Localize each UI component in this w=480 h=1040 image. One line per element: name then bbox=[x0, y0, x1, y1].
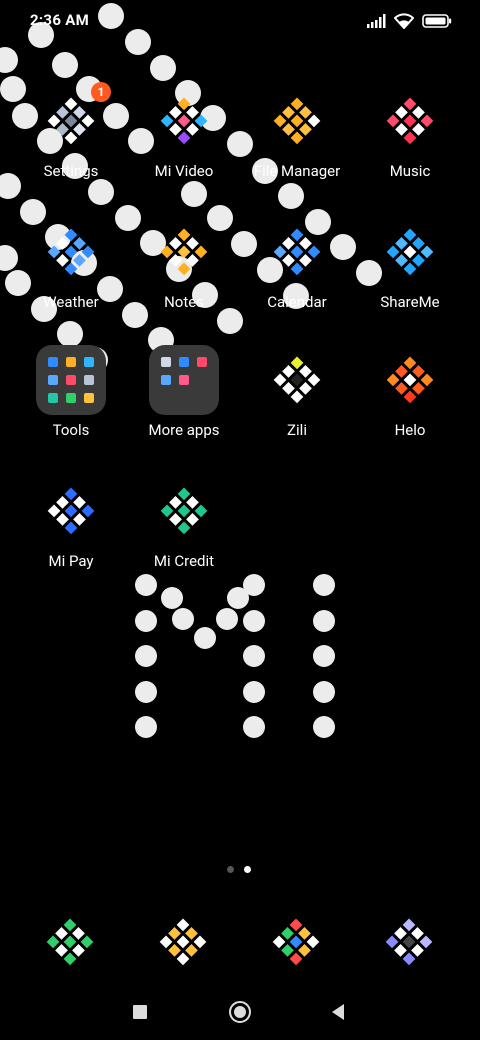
app-label: Calendar bbox=[267, 293, 327, 311]
page-dot-2[interactable] bbox=[244, 866, 251, 873]
back-icon bbox=[332, 1004, 344, 1020]
mi-credit-icon bbox=[160, 487, 208, 535]
app-label: Mi Pay bbox=[48, 552, 94, 570]
app-label: Mi Credit bbox=[153, 552, 215, 570]
camera-icon[interactable] bbox=[380, 915, 438, 973]
app-label: More apps bbox=[148, 421, 220, 439]
app-label: Mi Video bbox=[154, 162, 214, 180]
home-button[interactable] bbox=[228, 1000, 252, 1024]
app-label: File Manager bbox=[253, 162, 341, 180]
app-label: Zili bbox=[287, 421, 307, 439]
recents-button[interactable] bbox=[128, 1000, 152, 1024]
status-icons bbox=[366, 13, 452, 29]
signal-icon bbox=[367, 14, 386, 28]
app-settings[interactable]: 1 Settings bbox=[15, 82, 127, 180]
phone-icon[interactable] bbox=[41, 915, 99, 973]
messages-icon[interactable] bbox=[154, 915, 212, 973]
page-indicator bbox=[227, 866, 251, 873]
folder-tools[interactable]: Tools bbox=[15, 345, 127, 439]
app-mi-credit[interactable]: Mi Credit bbox=[128, 484, 240, 570]
mi-video-icon bbox=[160, 97, 208, 145]
app-label: Helo bbox=[394, 421, 426, 439]
app-calendar[interactable]: Calendar bbox=[241, 225, 353, 311]
app-helo[interactable]: Helo bbox=[354, 353, 466, 439]
settings-icon bbox=[47, 97, 95, 145]
music-icon bbox=[386, 97, 434, 145]
back-button[interactable] bbox=[326, 1000, 350, 1024]
app-label: Weather bbox=[43, 293, 99, 311]
recents-icon bbox=[133, 1005, 147, 1019]
app-mi-pay[interactable]: Mi Pay bbox=[15, 484, 127, 570]
notes-icon bbox=[160, 228, 208, 276]
helo-icon bbox=[386, 356, 434, 404]
notification-badge: 1 bbox=[91, 82, 111, 102]
app-music[interactable]: Music bbox=[354, 94, 466, 180]
status-bar: 2:36 AM bbox=[0, 0, 480, 44]
app-weather[interactable]: Weather bbox=[15, 225, 127, 311]
app-shareme[interactable]: ShareMe bbox=[354, 225, 466, 311]
app-notes[interactable]: Notes bbox=[128, 225, 240, 311]
app-label: Tools bbox=[52, 421, 90, 439]
app-file-manager[interactable]: File Manager bbox=[241, 94, 353, 180]
battery-icon bbox=[422, 14, 452, 28]
app-label: Music bbox=[389, 162, 431, 180]
navigation-bar bbox=[0, 990, 480, 1034]
app-label: Settings bbox=[43, 162, 99, 180]
status-time: 2:36 AM bbox=[30, 11, 90, 29]
weather-icon bbox=[47, 228, 95, 276]
app-label: Notes bbox=[164, 293, 204, 311]
app-zili[interactable]: Zili bbox=[241, 353, 353, 439]
wifi-icon bbox=[394, 13, 414, 29]
app-label: ShareMe bbox=[380, 293, 440, 311]
folder-icon bbox=[36, 345, 106, 415]
mi-pay-icon bbox=[47, 487, 95, 535]
app-mi-video[interactable]: Mi Video bbox=[128, 94, 240, 180]
dock bbox=[0, 915, 480, 975]
shareme-icon bbox=[386, 228, 434, 276]
folder-more-apps[interactable]: More apps bbox=[128, 345, 240, 439]
folder-icon bbox=[149, 345, 219, 415]
home-icon bbox=[229, 1001, 251, 1023]
zili-icon bbox=[273, 356, 321, 404]
browser-icon[interactable] bbox=[267, 915, 325, 973]
page-dot-1[interactable] bbox=[227, 866, 234, 873]
file-manager-icon bbox=[273, 97, 321, 145]
calendar-icon bbox=[273, 228, 321, 276]
